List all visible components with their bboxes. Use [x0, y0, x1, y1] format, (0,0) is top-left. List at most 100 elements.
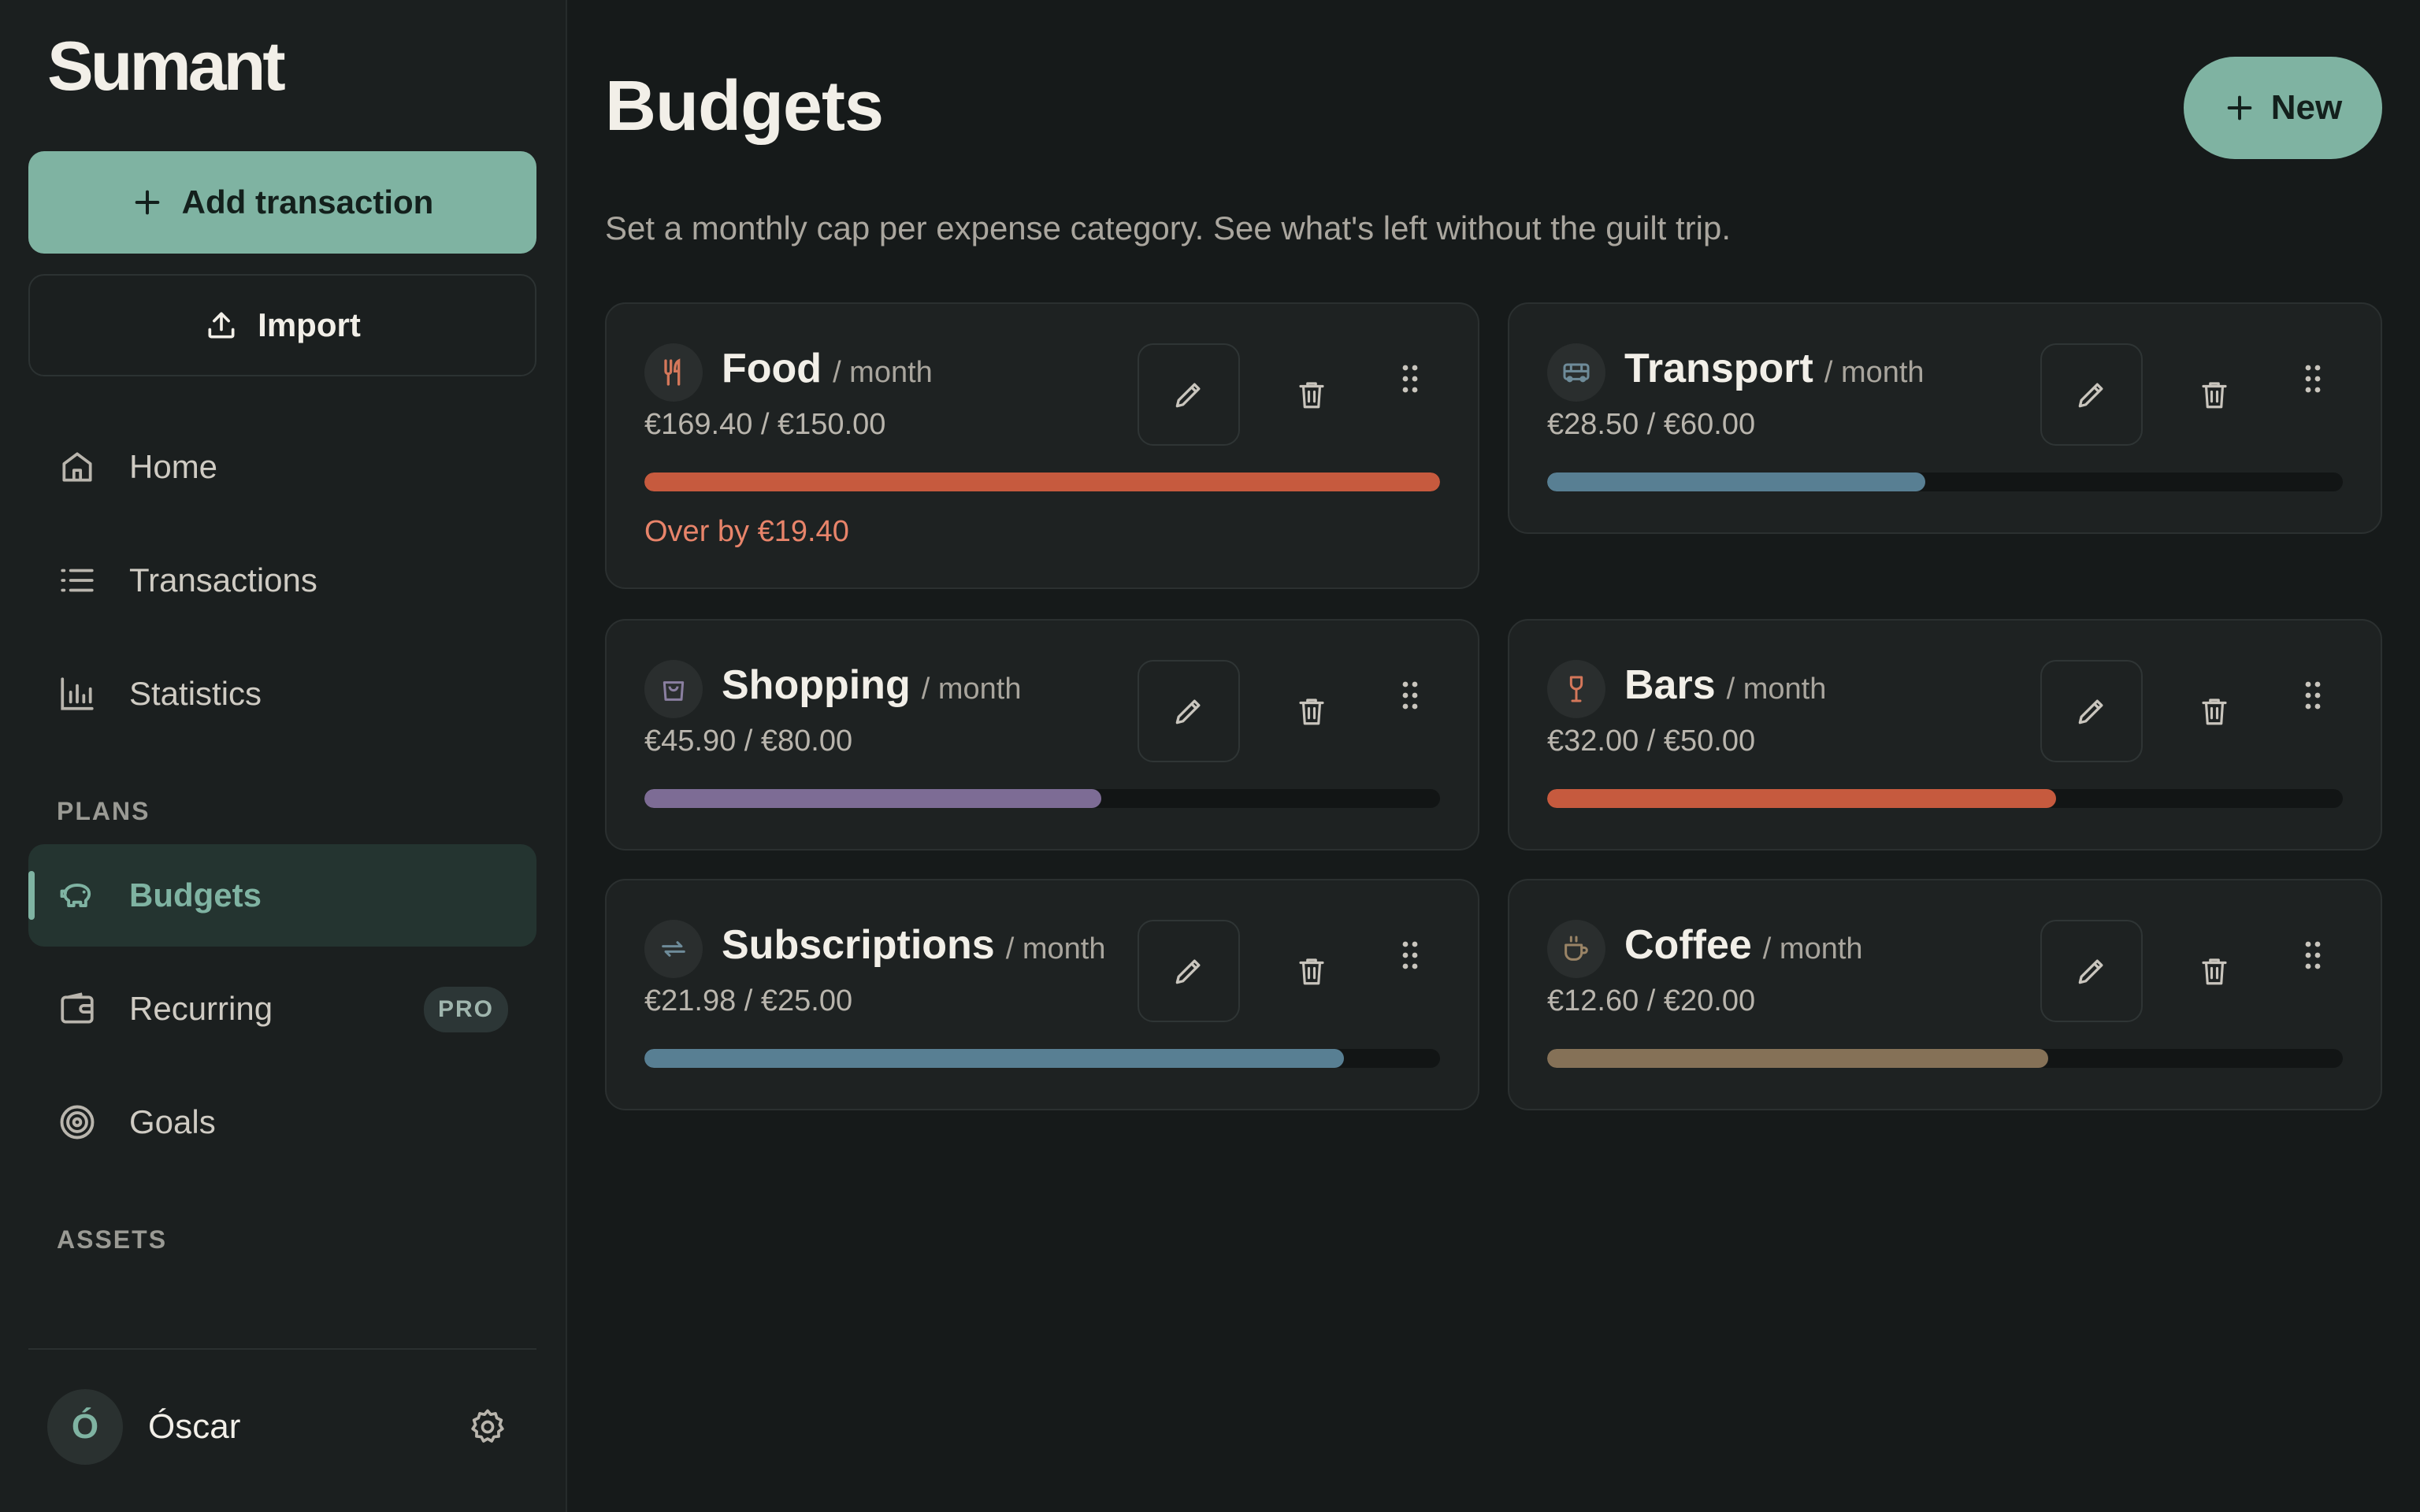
progress-fill — [1547, 472, 1925, 491]
import-label: Import — [258, 306, 361, 343]
progress-fill — [1547, 789, 2057, 808]
budget-amount: €169.40 / €150.00 — [644, 408, 886, 441]
nav-label: Home — [129, 448, 218, 485]
bus-icon — [1547, 343, 1605, 402]
import-button[interactable]: Import — [28, 274, 536, 376]
budget-amount: €21.98 / €25.00 — [644, 984, 853, 1017]
budget-card-transport: Transport / month €28.50 / €60.00 — [1508, 302, 2382, 534]
trash-icon — [2202, 382, 2227, 409]
app-logo[interactable]: Sumant — [47, 27, 286, 106]
budget-card-coffee: Coffee / month €12.60 / €20.00 — [1508, 879, 2382, 1110]
budget-period: / month — [1005, 932, 1106, 965]
delete-button[interactable] — [2163, 343, 2266, 446]
piggy-bank-icon — [57, 875, 98, 916]
drag-handle-icon[interactable] — [1394, 676, 1426, 715]
budget-card-food: Food / month €169.40 / €150.00 Over by €1… — [605, 302, 1479, 589]
upload-icon — [204, 308, 239, 343]
add-transaction-label: Add transaction — [181, 183, 434, 220]
budget-name: Bars / month — [1624, 662, 1827, 708]
pencil-icon — [1175, 383, 1201, 408]
plus-icon — [132, 187, 163, 218]
pencil-icon — [2078, 383, 2103, 408]
budget-period: / month — [921, 673, 1022, 706]
trash-icon — [1299, 699, 1324, 725]
progress-fill — [644, 1049, 1344, 1068]
new-button-label: New — [2270, 88, 2343, 127]
trash-icon — [1299, 958, 1324, 985]
nav-label: Transactions — [129, 561, 317, 598]
budget-name: Shopping / month — [722, 662, 1022, 708]
delete-button[interactable] — [1260, 920, 1363, 1022]
fork-knife-icon — [644, 343, 703, 402]
progress-bar — [644, 789, 1440, 808]
budget-name: Coffee / month — [1624, 922, 1863, 968]
progress-bar — [1547, 789, 2343, 808]
drag-handle-icon[interactable] — [2297, 359, 2329, 398]
trash-icon — [2202, 958, 2227, 985]
budget-amount: €32.00 / €50.00 — [1547, 724, 1756, 758]
nav-item-goals[interactable]: Goals — [28, 1071, 536, 1173]
progress-bar — [644, 472, 1440, 491]
edit-button[interactable] — [1138, 920, 1240, 1022]
delete-button[interactable] — [2163, 920, 2266, 1022]
progress-bar — [1547, 472, 2343, 491]
pencil-icon — [1175, 959, 1201, 984]
nav-item-budgets[interactable]: Budgets — [28, 844, 536, 947]
progress-fill — [644, 472, 1440, 491]
coffee-cup-icon — [1547, 920, 1605, 978]
budget-period: / month — [1726, 673, 1827, 706]
progress-fill — [1547, 1049, 2049, 1068]
drag-handle-icon[interactable] — [2297, 936, 2329, 975]
shopping-bag-icon — [644, 660, 703, 718]
budget-amount: €12.60 / €20.00 — [1547, 984, 1756, 1017]
budget-period: / month — [1762, 932, 1863, 965]
list-icon — [57, 560, 98, 601]
edit-button[interactable] — [1138, 343, 1240, 446]
trash-icon — [2202, 699, 2227, 725]
add-transaction-button[interactable]: Add transaction — [28, 151, 536, 254]
budget-period: / month — [1824, 356, 1924, 389]
edit-button[interactable] — [1138, 660, 1240, 762]
bar-chart-icon — [57, 673, 98, 714]
edit-button[interactable] — [2040, 920, 2143, 1022]
sidebar-divider — [28, 1348, 536, 1350]
drag-handle-icon[interactable] — [1394, 359, 1426, 398]
nav-item-recurring[interactable]: Recurring PRO — [28, 958, 536, 1060]
page-title: Budgets — [605, 67, 884, 146]
edit-button[interactable] — [2040, 343, 2143, 446]
wallet-icon — [57, 988, 98, 1029]
nav-item-statistics[interactable]: Statistics — [28, 643, 536, 745]
user-profile[interactable]: Ó Óscar — [28, 1380, 536, 1474]
avatar: Ó — [47, 1389, 123, 1465]
pro-badge: PRO — [423, 987, 508, 1032]
delete-button[interactable] — [1260, 660, 1363, 762]
budget-name: Food / month — [722, 346, 933, 391]
drag-handle-icon[interactable] — [2297, 676, 2329, 715]
new-budget-button[interactable]: New — [2184, 57, 2382, 159]
budget-amount: €45.90 / €80.00 — [644, 724, 853, 758]
gear-icon[interactable] — [467, 1406, 508, 1447]
delete-button[interactable] — [2163, 660, 2266, 762]
wine-glass-icon — [1547, 660, 1605, 718]
page-subtitle: Set a monthly cap per expense category. … — [605, 209, 1731, 246]
budget-period: / month — [833, 356, 933, 389]
sidebar: Sumant Add transaction Import Home Trans… — [0, 0, 567, 1512]
user-name: Óscar — [148, 1407, 241, 1446]
edit-button[interactable] — [2040, 660, 2143, 762]
delete-button[interactable] — [1260, 343, 1363, 446]
nav-label: Statistics — [129, 675, 262, 712]
progress-bar — [1547, 1049, 2343, 1068]
budget-name: Transport / month — [1624, 346, 1924, 391]
pencil-icon — [2078, 699, 2103, 724]
over-budget-text: Over by €19.40 — [644, 515, 849, 548]
nav-item-home[interactable]: Home — [28, 416, 536, 518]
drag-handle-icon[interactable] — [1394, 936, 1426, 975]
budget-card-shopping: Shopping / month €45.90 / €80.00 — [605, 619, 1479, 850]
target-icon — [57, 1102, 98, 1143]
section-label-assets: ASSETS — [57, 1225, 168, 1254]
pencil-icon — [2078, 959, 2103, 984]
repeat-icon — [644, 920, 703, 978]
nav-item-transactions[interactable]: Transactions — [28, 529, 536, 632]
section-label-plans: PLANS — [57, 797, 150, 825]
nav-label: Recurring — [129, 990, 273, 1027]
